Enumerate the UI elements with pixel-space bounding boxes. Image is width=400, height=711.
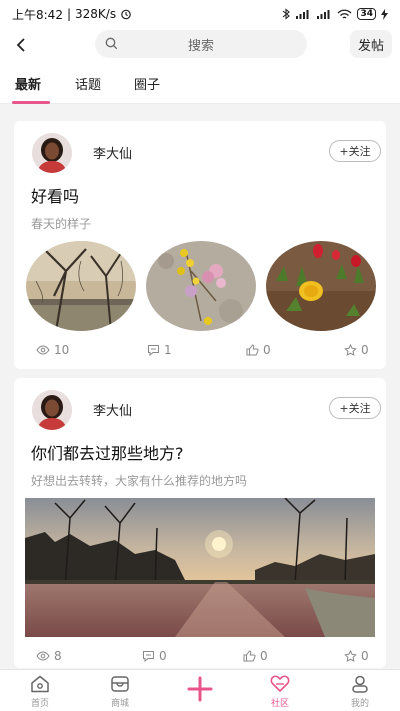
shop-icon bbox=[111, 676, 129, 692]
post-title: 好看吗 bbox=[31, 187, 80, 206]
signal-icon-2 bbox=[316, 9, 332, 20]
likes-count: 0 bbox=[260, 649, 268, 663]
star-icon bbox=[344, 650, 357, 662]
back-button[interactable] bbox=[10, 32, 32, 58]
star-icon bbox=[344, 344, 357, 356]
favorites-stat[interactable]: 0 bbox=[344, 649, 369, 663]
post-subtitle: 春天的样子 bbox=[31, 217, 92, 231]
wifi-icon bbox=[337, 9, 352, 20]
tabbar-community-label: 社区 bbox=[270, 699, 289, 709]
tabbar-profile[interactable]: 我的 bbox=[330, 673, 390, 709]
status-bar: 上午8:42 | 328K/s 34 bbox=[0, 0, 400, 28]
home-icon bbox=[31, 675, 49, 693]
views-stat: 8 bbox=[36, 649, 62, 663]
views-count: 8 bbox=[54, 649, 62, 663]
post-stats: 10 1 0 0 bbox=[14, 343, 386, 359]
tabbar-community[interactable]: 社区 bbox=[250, 673, 310, 709]
profile-icon bbox=[352, 675, 368, 693]
community-icon bbox=[270, 675, 290, 692]
author-name[interactable]: 李大仙 bbox=[93, 143, 132, 162]
tab-topics[interactable]: 话题 bbox=[75, 74, 101, 93]
tab-bar: 最新 话题 圈子 bbox=[0, 62, 400, 104]
post-card[interactable]: 李大仙 +关注 你们都去过那些地方? 好想出去转转，大家有什么推荐的地方吗 8 … bbox=[14, 378, 386, 668]
comments-count: 1 bbox=[164, 343, 172, 357]
thumbs-up-icon bbox=[243, 650, 256, 662]
chevron-left-icon bbox=[16, 38, 25, 52]
eye-icon bbox=[36, 345, 50, 355]
follow-button[interactable]: +关注 bbox=[329, 140, 381, 162]
top-header: 搜索 发帖 bbox=[0, 28, 400, 62]
follow-button[interactable]: +关注 bbox=[329, 397, 381, 419]
status-time: 上午8:42 bbox=[12, 7, 63, 22]
comments-stat[interactable]: 0 bbox=[142, 649, 167, 663]
likes-count: 0 bbox=[263, 343, 271, 357]
bottom-tab-bar: 首页 商城 社区 我的 bbox=[0, 669, 400, 711]
search-input[interactable]: 搜索 bbox=[95, 30, 307, 58]
eye-icon bbox=[36, 651, 50, 661]
battery-icon: 34 bbox=[357, 8, 376, 20]
network-speed: 328K/s bbox=[75, 7, 117, 21]
plus-icon bbox=[187, 676, 213, 702]
avatar[interactable] bbox=[32, 133, 72, 173]
post-card[interactable]: 李大仙 +关注 好看吗 春天的样子 10 1 0 0 bbox=[14, 121, 386, 369]
charging-icon bbox=[381, 8, 388, 20]
tabbar-home[interactable]: 首页 bbox=[10, 673, 70, 709]
tabbar-shop-label: 商城 bbox=[110, 699, 129, 709]
comment-icon bbox=[143, 651, 154, 662]
tabbar-shop[interactable]: 商城 bbox=[90, 673, 150, 709]
signal-icon bbox=[295, 9, 311, 20]
favorites-count: 0 bbox=[361, 649, 369, 663]
search-icon bbox=[105, 37, 118, 50]
comments-count: 0 bbox=[159, 649, 167, 663]
post-button[interactable]: 发帖 bbox=[350, 30, 392, 58]
post-title: 你们都去过那些地方? bbox=[31, 444, 184, 463]
favorites-stat[interactable]: 0 bbox=[344, 343, 369, 357]
tab-latest[interactable]: 最新 bbox=[15, 74, 41, 93]
views-count: 10 bbox=[54, 343, 70, 357]
post-image-sunset-road[interactable] bbox=[25, 498, 375, 637]
avatar[interactable] bbox=[32, 390, 72, 430]
favorites-count: 0 bbox=[361, 343, 369, 357]
post-image-flowers[interactable] bbox=[146, 241, 256, 331]
bluetooth-icon bbox=[282, 8, 291, 20]
likes-stat[interactable]: 0 bbox=[243, 649, 268, 663]
search-placeholder: 搜索 bbox=[187, 38, 214, 54]
tabbar-home-label: 首页 bbox=[30, 699, 49, 709]
avatar-image bbox=[32, 133, 72, 173]
comment-icon bbox=[148, 345, 159, 356]
thumbs-up-icon bbox=[246, 344, 259, 356]
post-image-willows[interactable] bbox=[26, 241, 136, 331]
author-name[interactable]: 李大仙 bbox=[93, 400, 132, 419]
comments-stat[interactable]: 1 bbox=[147, 343, 172, 357]
post-image-tulips[interactable] bbox=[266, 241, 376, 331]
alarm-icon bbox=[120, 8, 132, 20]
tabbar-create[interactable] bbox=[170, 673, 230, 705]
views-stat: 10 bbox=[36, 343, 69, 357]
post-subtitle: 好想出去转转，大家有什么推荐的地方吗 bbox=[31, 474, 248, 488]
avatar-image bbox=[32, 390, 72, 430]
tab-active-indicator bbox=[12, 101, 50, 104]
post-stats: 8 0 0 0 bbox=[14, 649, 386, 665]
tabbar-profile-label: 我的 bbox=[350, 699, 369, 709]
tab-circles[interactable]: 圈子 bbox=[134, 74, 160, 93]
likes-stat[interactable]: 0 bbox=[246, 343, 271, 357]
